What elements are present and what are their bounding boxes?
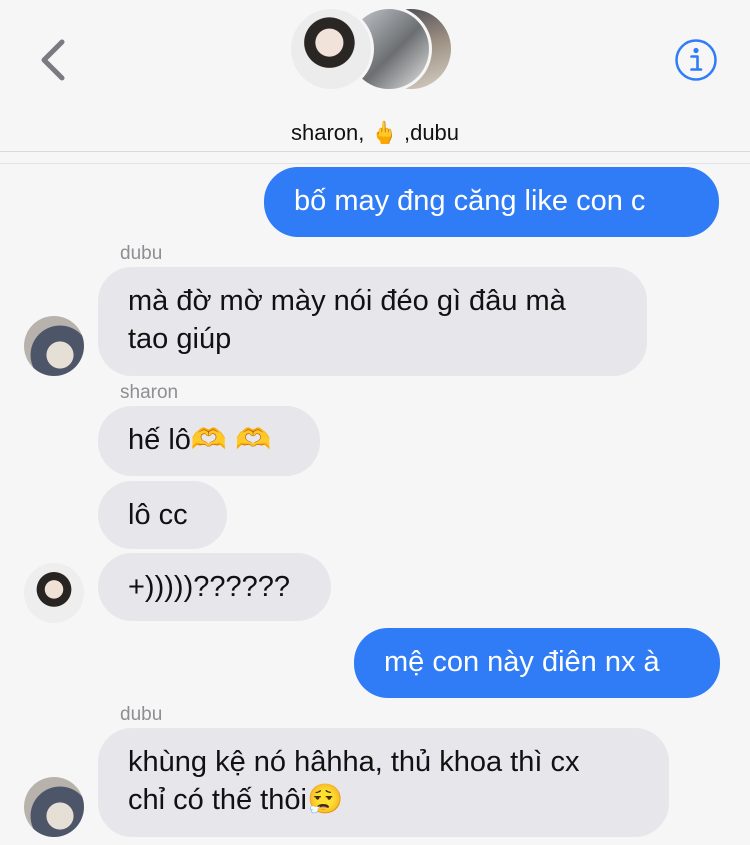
header-divider-2 (0, 163, 750, 164)
message-text: hế lô🫶 🫶 (128, 424, 272, 456)
info-button[interactable] (674, 38, 718, 82)
sender-name: sharon (120, 382, 179, 403)
chevron-left-icon (41, 39, 65, 81)
sender-name: dubu (120, 243, 163, 264)
back-button[interactable] (36, 38, 70, 82)
incoming-message[interactable]: +)))))?????? (98, 553, 331, 621)
message-text: bố may đng căng like con c (294, 185, 646, 217)
sender-name: dubu (120, 704, 163, 725)
avatar[interactable] (24, 316, 84, 376)
incoming-message[interactable]: lô cc (98, 481, 227, 549)
header-divider (0, 151, 750, 152)
avatar[interactable] (24, 563, 84, 623)
message-text-line: chỉ có thế thôi😮‍💨 (128, 784, 344, 816)
outgoing-message[interactable]: bố may đng căng like con c (264, 167, 719, 237)
message-text: mệ con này điên nx à (384, 646, 660, 678)
incoming-message[interactable]: mà đờ mờ mày nói đéo gì đâu mà tao giúp (98, 267, 647, 376)
group-title[interactable]: sharon, 🖕 ,dubu (0, 120, 750, 146)
info-icon (675, 39, 717, 81)
group-avatar-1 (288, 6, 374, 92)
incoming-message[interactable]: khùng kệ nó hâhha, thủ khoa thì cx chỉ c… (98, 728, 669, 837)
message-text-line: khùng kệ nó hâhha, thủ khoa thì cx (128, 746, 580, 778)
message-text-line: tao giúp (128, 323, 232, 355)
message-text: lô cc (128, 499, 188, 531)
incoming-message[interactable]: hế lô🫶 🫶 (98, 406, 320, 476)
message-text: +)))))?????? (128, 571, 290, 603)
outgoing-message[interactable]: mệ con này điên nx à (354, 628, 720, 698)
group-avatars[interactable] (288, 6, 458, 92)
avatar[interactable] (24, 777, 84, 837)
message-text-line: mà đờ mờ mày nói đéo gì đâu mà (128, 285, 566, 317)
conversation-header: sharon, 🖕 ,dubu (0, 0, 750, 150)
